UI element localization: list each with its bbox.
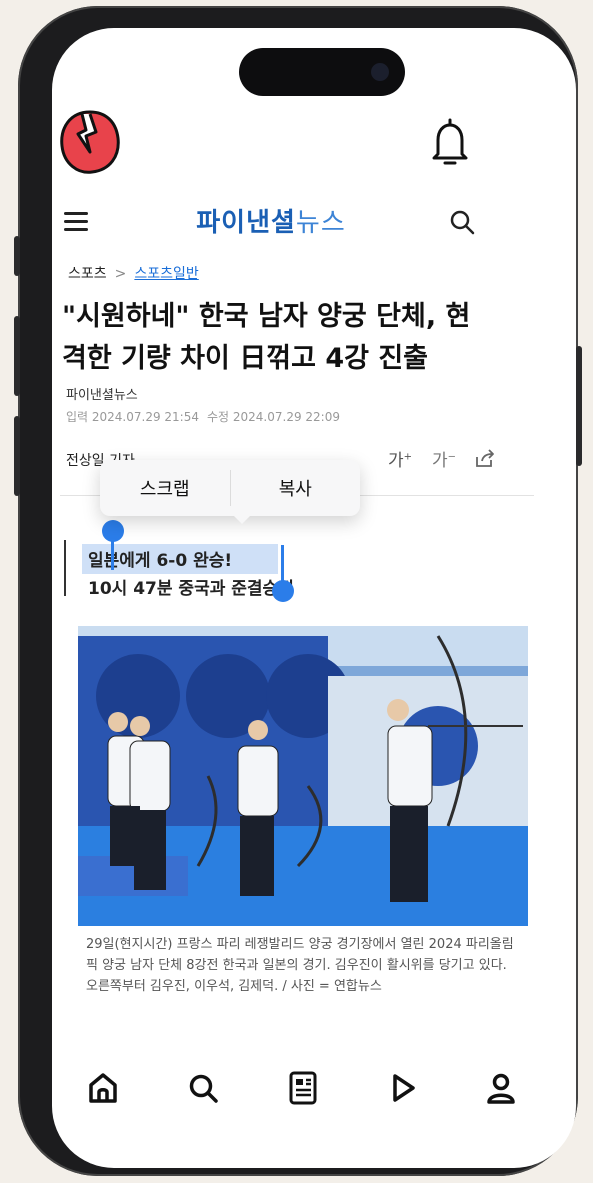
bottom-tab-bar — [78, 1060, 526, 1120]
selection-start-stem — [111, 540, 114, 570]
volume-up-button — [14, 316, 20, 396]
search-icon — [189, 1074, 218, 1103]
search-icon[interactable] — [448, 208, 476, 236]
quote-bar — [64, 540, 66, 596]
mute-switch — [14, 236, 20, 276]
text-context-menu: 스크랩 복사 — [100, 460, 360, 516]
app-logo-icon[interactable] — [56, 108, 124, 176]
article-source: 파이낸셜뉴스 — [66, 388, 138, 403]
article-photo[interactable] — [78, 626, 528, 926]
tab-profile[interactable] — [476, 1060, 526, 1116]
selection-start-handle[interactable] — [102, 520, 124, 542]
headline-line-2: 격한 기량 차이 日꺾고 4강 진출 — [62, 343, 429, 374]
font-size-down-button[interactable]: 가− — [432, 446, 456, 471]
play-icon — [393, 1074, 415, 1102]
modified-date: 수정 2024.07.29 22:09 — [207, 410, 340, 424]
brand-name: 파이낸셜 — [196, 208, 296, 238]
home-icon — [89, 1073, 117, 1103]
breadcrumb-subsection[interactable]: 스포츠일반 — [134, 266, 198, 282]
breadcrumb-section[interactable]: 스포츠 — [68, 266, 107, 282]
copy-button[interactable]: 복사 — [231, 460, 361, 516]
tab-home[interactable] — [78, 1060, 128, 1116]
dynamic-island — [239, 48, 405, 96]
context-menu-arrow — [232, 514, 252, 524]
scrap-button[interactable]: 스크랩 — [100, 460, 230, 516]
headline-line-1: "시원하네" 한국 남자 양궁 단체, 현 — [62, 301, 471, 332]
brand-suffix: 뉴스 — [295, 208, 346, 238]
selection-end-stem — [281, 545, 284, 581]
font-down-label: 가 — [432, 451, 448, 471]
tab-news[interactable] — [278, 1060, 328, 1116]
published-date: 입력 2024.07.29 21:54 — [66, 410, 199, 424]
font-up-label: 가 — [388, 451, 404, 471]
bell-icon[interactable] — [428, 116, 472, 168]
breadcrumb-separator: > — [114, 266, 127, 282]
share-icon[interactable] — [474, 448, 496, 468]
tab-search[interactable] — [178, 1060, 228, 1116]
tab-video[interactable] — [378, 1060, 428, 1116]
subheadline-1: 일본에게 6-0 완승! — [88, 551, 233, 571]
selection-end-handle[interactable] — [272, 580, 294, 602]
brand-logo[interactable]: 파이낸셜뉴스 — [146, 202, 396, 239]
article-dates: 입력 2024.07.29 21:54 수정 2024.07.29 22:09 — [66, 408, 348, 425]
article-headline: "시원하네" 한국 남자 양궁 단체, 현 격한 기량 차이 日꺾고 4강 진출 — [62, 296, 482, 380]
news-icon — [289, 1071, 317, 1105]
volume-down-button — [14, 416, 20, 496]
power-button — [576, 346, 582, 466]
subheadline-2: 10시 47분 중국과 준결승전 — [88, 579, 294, 599]
font-size-up-button[interactable]: 가+ — [388, 446, 412, 471]
profile-icon — [487, 1073, 515, 1104]
hamburger-menu-icon[interactable] — [64, 212, 88, 232]
breadcrumb: 스포츠 > 스포츠일반 — [68, 263, 199, 283]
photo-caption: 29일(현지시간) 프랑스 파리 레쟁발리드 양궁 경기장에서 열린 2024 … — [86, 937, 514, 994]
